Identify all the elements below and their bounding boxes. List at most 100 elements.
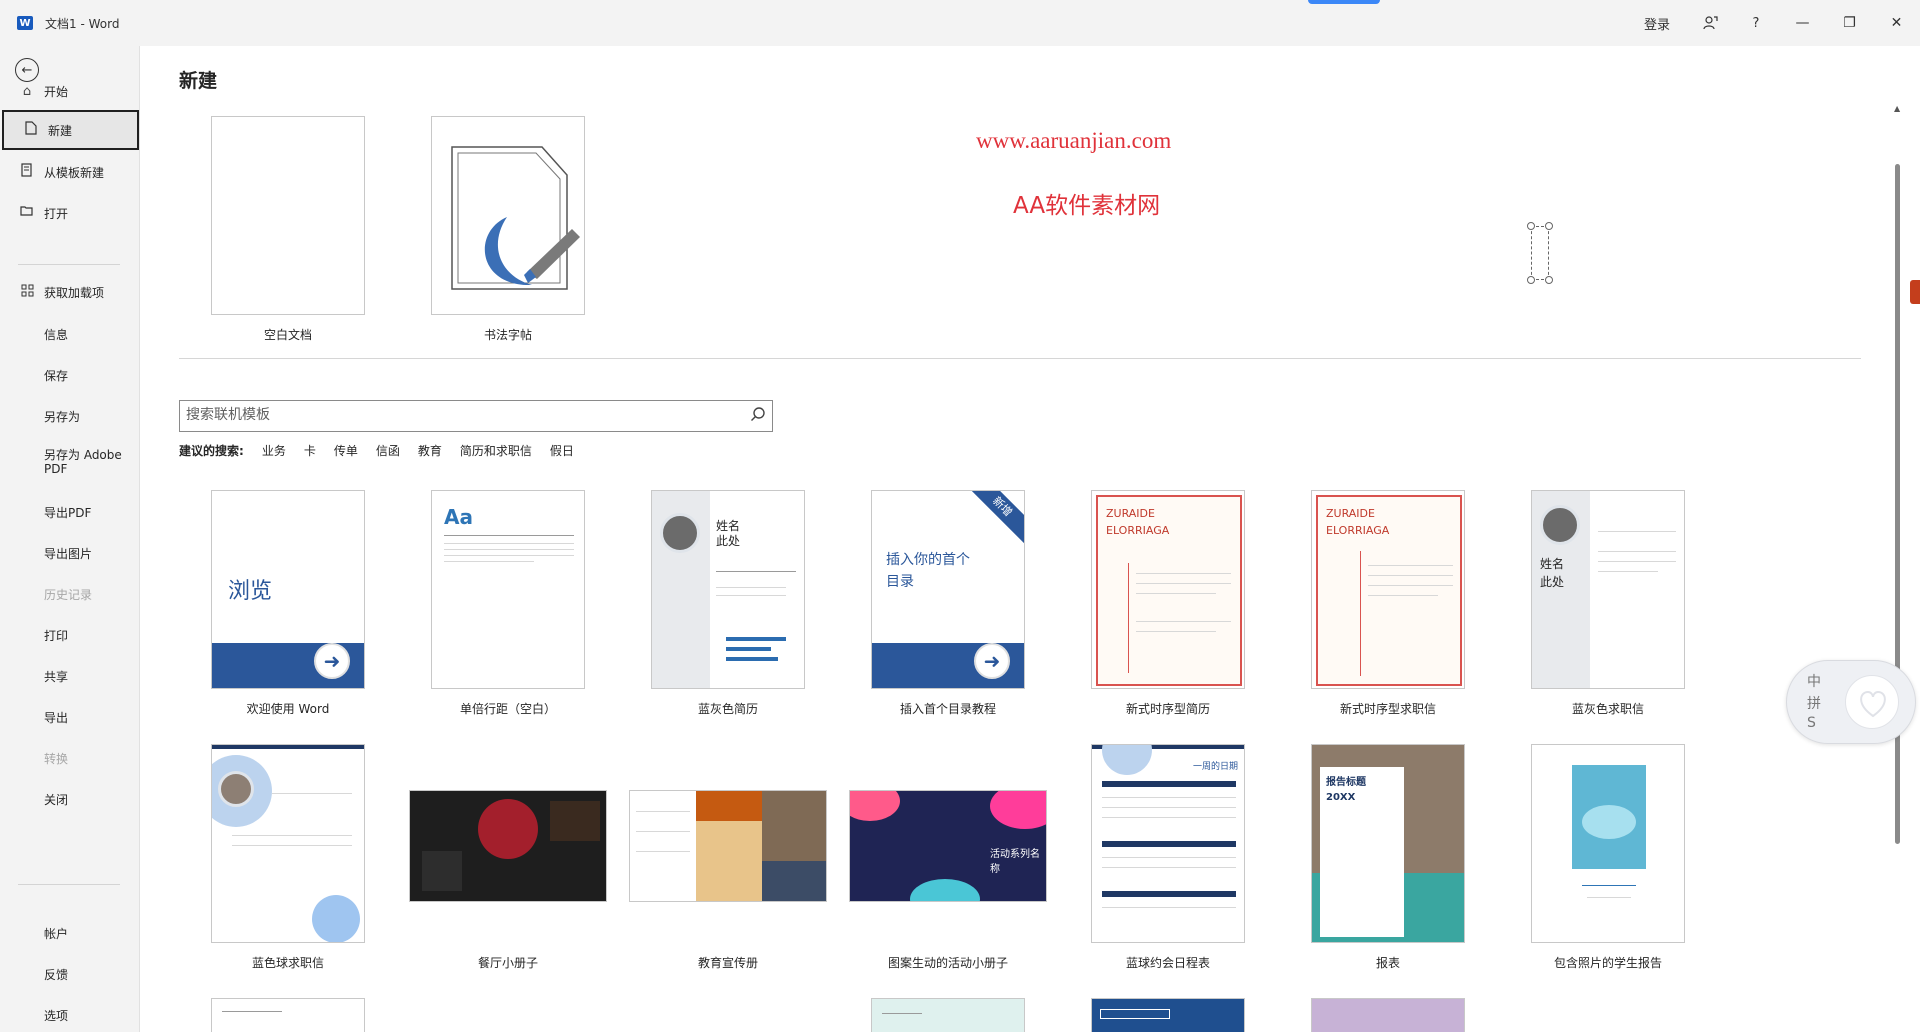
thumb-line: [1368, 565, 1453, 566]
sidebar-item-label: 导出: [44, 710, 69, 725]
sidebar-item-print[interactable]: 打印: [0, 615, 140, 655]
help-button[interactable]: ?: [1733, 0, 1779, 46]
template-caption: 蓝球约会日程表: [1125, 956, 1210, 970]
scrollbar[interactable]: ▲ ▼: [1894, 104, 1902, 1032]
template-caption: 图案生动的活动小册子: [887, 956, 1008, 970]
arrow-right-icon: ➜: [314, 643, 350, 679]
suggested-tag[interactable]: 卡: [304, 442, 316, 459]
template-thumbnail[interactable]: 一周的日期: [1091, 744, 1245, 943]
thumb-line: [636, 851, 690, 852]
schedule-header: [1102, 841, 1236, 847]
thumb-text: 姓名 此处: [1540, 557, 1565, 589]
thumb-line: [636, 831, 690, 832]
template-thumbnail[interactable]: [211, 744, 365, 943]
template-thumbnail[interactable]: 报告标题 20XX: [1311, 744, 1465, 943]
template-thumbnail[interactable]: [409, 790, 607, 902]
template-thumbnail[interactable]: 姓名 此处: [1531, 490, 1685, 689]
template-caption: 蓝色球求职信: [251, 956, 324, 970]
sidebar-item-save-as-pdf[interactable]: 另存为 Adobe PDF: [0, 442, 140, 488]
sidebar-item-open[interactable]: 打开: [0, 193, 140, 233]
edge-indicator: [1910, 280, 1920, 304]
thumb-line: [716, 571, 796, 572]
login-button[interactable]: 登录: [1627, 0, 1687, 46]
template-thumbnail[interactable]: 浏览 ➜: [211, 490, 365, 689]
ime-char[interactable]: 中: [1807, 671, 1821, 691]
template-caption: 新式时序型求职信: [1339, 702, 1436, 716]
scrollbar-thumb[interactable]: [1895, 164, 1900, 844]
template-thumbnail[interactable]: [1311, 998, 1465, 1032]
sidebar-divider: [18, 884, 120, 885]
thumb-line: [1598, 571, 1658, 572]
sidebar-item-save[interactable]: 保存: [0, 355, 140, 395]
suggested-tag[interactable]: 业务: [262, 442, 286, 459]
sidebar-item-feedback[interactable]: 反馈: [0, 954, 140, 994]
photo-placeholder: [1540, 505, 1580, 545]
sidebar-item-addins[interactable]: 获取加载项: [0, 272, 140, 312]
template-caption: 包含照片的学生报告: [1553, 956, 1662, 970]
search-icon[interactable]: [750, 406, 766, 426]
search-box[interactable]: [179, 400, 773, 432]
template-caption: 书法字帖: [483, 328, 532, 342]
suggested-tag[interactable]: 传单: [334, 442, 358, 459]
thumb-line: [222, 1011, 282, 1012]
sidebar-item-from-template[interactable]: 从模板新建: [0, 152, 140, 192]
restore-button[interactable]: ❐: [1826, 0, 1873, 46]
template-thumbnail[interactable]: 姓名 此处: [651, 490, 805, 689]
template-caption: 新式时序型简历: [1125, 702, 1210, 716]
sidebar-item-close[interactable]: 关闭: [0, 779, 140, 819]
thumb-block: [762, 861, 826, 901]
photo-placeholder: [218, 771, 254, 807]
suggested-tag[interactable]: 假日: [550, 442, 574, 459]
page-title: 新建: [179, 70, 218, 92]
thumb-text: 活动系列名称: [990, 849, 1040, 875]
thumb-text: Aa: [444, 505, 473, 529]
sidebar-item-new[interactable]: 新建: [2, 110, 139, 150]
sidebar-item-label: 转换: [44, 751, 69, 766]
suggested-label: 建议的搜索:: [179, 444, 244, 458]
sidebar-item-account[interactable]: 帐户: [0, 913, 140, 953]
scroll-up-icon[interactable]: ▲: [1894, 104, 1900, 113]
thumb-line: [444, 561, 534, 562]
template-thumbnail[interactable]: ZURAIDE ELORRIAGA: [1091, 490, 1245, 689]
sidebar-item-export-pdf[interactable]: 导出PDF: [0, 492, 140, 532]
sidebar-item-share[interactable]: 共享: [0, 656, 140, 696]
template-thumbnail[interactable]: [211, 116, 365, 315]
photo-placeholder: [660, 513, 700, 553]
template-thumbnail[interactable]: [211, 998, 365, 1032]
close-button[interactable]: ✕: [1873, 0, 1920, 46]
template-thumbnail[interactable]: Aa: [431, 490, 585, 689]
suggested-tag[interactable]: 简历和求职信: [460, 442, 532, 459]
search-input[interactable]: [186, 401, 726, 429]
template-thumbnail[interactable]: [431, 116, 585, 315]
template-thumbnail[interactable]: [871, 998, 1025, 1032]
thumb-line: [1136, 631, 1216, 632]
thumb-circle: [1102, 745, 1152, 775]
template-thumbnail[interactable]: 插入你的首个 目录 ➜ 新增: [871, 490, 1025, 689]
suggested-tag[interactable]: 信函: [376, 442, 400, 459]
sidebar-item-info[interactable]: 信息: [0, 314, 140, 354]
sidebar-item-save-as[interactable]: 另存为: [0, 396, 140, 436]
suggested-tag[interactable]: 教育: [418, 442, 442, 459]
template-thumbnail[interactable]: [1091, 998, 1245, 1032]
sidebar-item-home[interactable]: ⌂ 开始: [0, 71, 140, 111]
ime-char[interactable]: 拼: [1807, 693, 1821, 713]
thumb-line: [1102, 907, 1236, 908]
heart-icon[interactable]: [1845, 675, 1899, 729]
sidebar-item-label: 信息: [44, 327, 69, 342]
minimize-button[interactable]: —: [1779, 0, 1826, 46]
ime-toolbar[interactable]: 中 拼 S: [1786, 660, 1916, 744]
template-thumbnail[interactable]: 活动系列名称: [849, 790, 1047, 902]
template-thumbnail[interactable]: [1531, 744, 1685, 943]
schedule-header: [1102, 891, 1236, 897]
template-thumbnail[interactable]: ZURAIDE ELORRIAGA: [1311, 490, 1465, 689]
thumb-line: [1136, 583, 1231, 584]
thumb-line: [716, 595, 786, 596]
template-caption: 欢迎使用 Word: [246, 702, 330, 716]
template-thumbnail[interactable]: [629, 790, 827, 902]
template-caption: 报表: [1375, 956, 1400, 970]
sidebar-item-export-image[interactable]: 导出图片: [0, 533, 140, 573]
ime-char[interactable]: S: [1807, 715, 1816, 731]
sidebar-item-options[interactable]: 选项: [0, 995, 140, 1035]
sidebar-item-export[interactable]: 导出: [0, 697, 140, 737]
person-feedback-icon[interactable]: [1687, 0, 1733, 46]
